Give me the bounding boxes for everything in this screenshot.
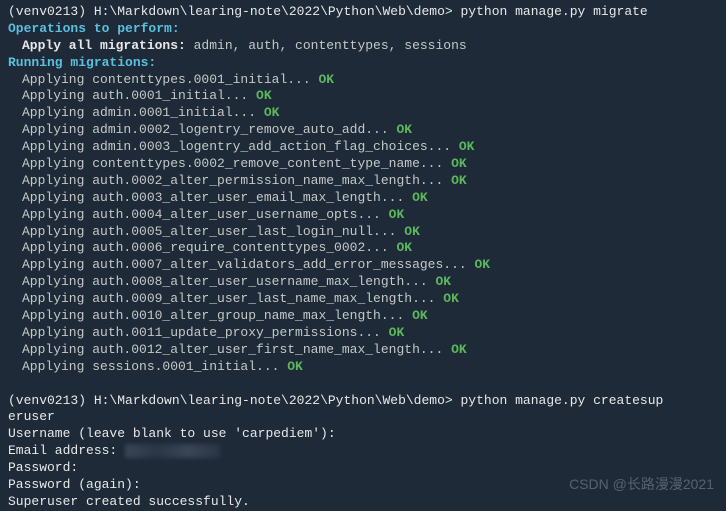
migration-line: Applying auth.0007_alter_validators_add_… <box>8 257 718 274</box>
migration-text: Applying auth.0001_initial... <box>22 88 256 103</box>
command-prompt-1: (venv0213) H:\Markdown\learing-note\2022… <box>8 4 718 21</box>
migration-status: OK <box>256 88 272 103</box>
migration-text: Applying auth.0012_alter_user_first_name… <box>22 342 451 357</box>
migration-status: OK <box>264 105 280 120</box>
email-value-redacted <box>125 444 220 458</box>
apply-all-label: Apply all migrations: <box>22 38 186 53</box>
venv-name: (venv0213) <box>8 393 86 408</box>
migration-text: Applying auth.0009_alter_user_last_name_… <box>22 291 443 306</box>
migration-status: OK <box>389 325 405 340</box>
migration-text: Applying auth.0011_update_proxy_permissi… <box>22 325 389 340</box>
venv-name: (venv0213) <box>8 4 86 19</box>
migration-text: Applying auth.0008_alter_user_username_m… <box>22 274 435 289</box>
apply-all-list: admin, auth, contenttypes, sessions <box>186 38 467 53</box>
migration-line: Applying auth.0009_alter_user_last_name_… <box>8 291 718 308</box>
migration-status: OK <box>451 156 467 171</box>
migration-line: Applying admin.0002_logentry_remove_auto… <box>8 122 718 139</box>
migration-line: Applying auth.0005_alter_user_last_login… <box>8 224 718 241</box>
migration-line: Applying auth.0001_initial... OK <box>8 88 718 105</box>
migration-status: OK <box>389 207 405 222</box>
email-line: Email address: <box>8 443 718 460</box>
migration-line: Applying auth.0011_update_proxy_permissi… <box>8 325 718 342</box>
migration-status: OK <box>396 122 412 137</box>
migration-line: Applying auth.0010_alter_group_name_max_… <box>8 308 718 325</box>
apply-all-line: Apply all migrations: admin, auth, conte… <box>8 38 718 55</box>
running-header: Running migrations: <box>8 55 718 72</box>
migration-status: OK <box>474 257 490 272</box>
migration-text: Applying auth.0006_require_contenttypes_… <box>22 240 396 255</box>
migration-status: OK <box>435 274 451 289</box>
migration-line: Applying contenttypes.0001_initial... OK <box>8 72 718 89</box>
migration-line: Applying sessions.0001_initial... OK <box>8 359 718 376</box>
command-text: python manage.py migrate <box>461 4 648 19</box>
migration-text: Applying admin.0002_logentry_remove_auto… <box>22 122 396 137</box>
migrations-list: Applying contenttypes.0001_initial... OK… <box>8 72 718 376</box>
password-prompt: Password: <box>8 460 718 477</box>
migration-text: Applying admin.0003_logentry_add_action_… <box>22 139 459 154</box>
success-message: Superuser created successfully. <box>8 494 718 511</box>
migration-text: Applying sessions.0001_initial... <box>22 359 287 374</box>
working-dir: H:\Markdown\learing-note\2022\Python\Web… <box>94 4 453 19</box>
migration-text: Applying admin.0001_initial... <box>22 105 264 120</box>
operations-header: Operations to perform: <box>8 21 718 38</box>
password-again-prompt: Password (again): <box>8 477 718 494</box>
migration-status: OK <box>451 342 467 357</box>
migration-line: Applying admin.0003_logentry_add_action_… <box>8 139 718 156</box>
blank-line <box>8 376 718 393</box>
migration-text: Applying auth.0005_alter_user_last_login… <box>22 224 404 239</box>
command-prompt-2: (venv0213) H:\Markdown\learing-note\2022… <box>8 393 718 410</box>
migration-status: OK <box>404 224 420 239</box>
migration-text: Applying contenttypes.0001_initial... <box>22 72 318 87</box>
migration-text: Applying contenttypes.0002_remove_conten… <box>22 156 451 171</box>
email-label: Email address: <box>8 443 125 458</box>
migration-line: Applying admin.0001_initial... OK <box>8 105 718 122</box>
migration-text: Applying auth.0004_alter_user_username_o… <box>22 207 389 222</box>
command-text: python manage.py createsup <box>461 393 664 408</box>
migration-text: Applying auth.0002_alter_permission_name… <box>22 173 451 188</box>
migration-line: Applying auth.0004_alter_user_username_o… <box>8 207 718 224</box>
migration-status: OK <box>451 173 467 188</box>
working-dir: H:\Markdown\learing-note\2022\Python\Web… <box>94 393 453 408</box>
terminal-output: (venv0213) H:\Markdown\learing-note\2022… <box>8 4 718 511</box>
migration-status: OK <box>318 72 334 87</box>
migration-text: Applying auth.0003_alter_user_email_max_… <box>22 190 412 205</box>
migration-status: OK <box>412 190 428 205</box>
migration-line: Applying contenttypes.0002_remove_conten… <box>8 156 718 173</box>
username-prompt: Username (leave blank to use 'carpediem'… <box>8 426 718 443</box>
command-wrap: eruser <box>8 409 718 426</box>
migration-status: OK <box>443 291 459 306</box>
migration-status: OK <box>396 240 412 255</box>
migration-status: OK <box>287 359 303 374</box>
migration-line: Applying auth.0002_alter_permission_name… <box>8 173 718 190</box>
migration-text: Applying auth.0010_alter_group_name_max_… <box>22 308 412 323</box>
migration-status: OK <box>412 308 428 323</box>
migration-line: Applying auth.0012_alter_user_first_name… <box>8 342 718 359</box>
migration-line: Applying auth.0003_alter_user_email_max_… <box>8 190 718 207</box>
migration-line: Applying auth.0006_require_contenttypes_… <box>8 240 718 257</box>
migration-text: Applying auth.0007_alter_validators_add_… <box>22 257 474 272</box>
migration-status: OK <box>459 139 475 154</box>
migration-line: Applying auth.0008_alter_user_username_m… <box>8 274 718 291</box>
